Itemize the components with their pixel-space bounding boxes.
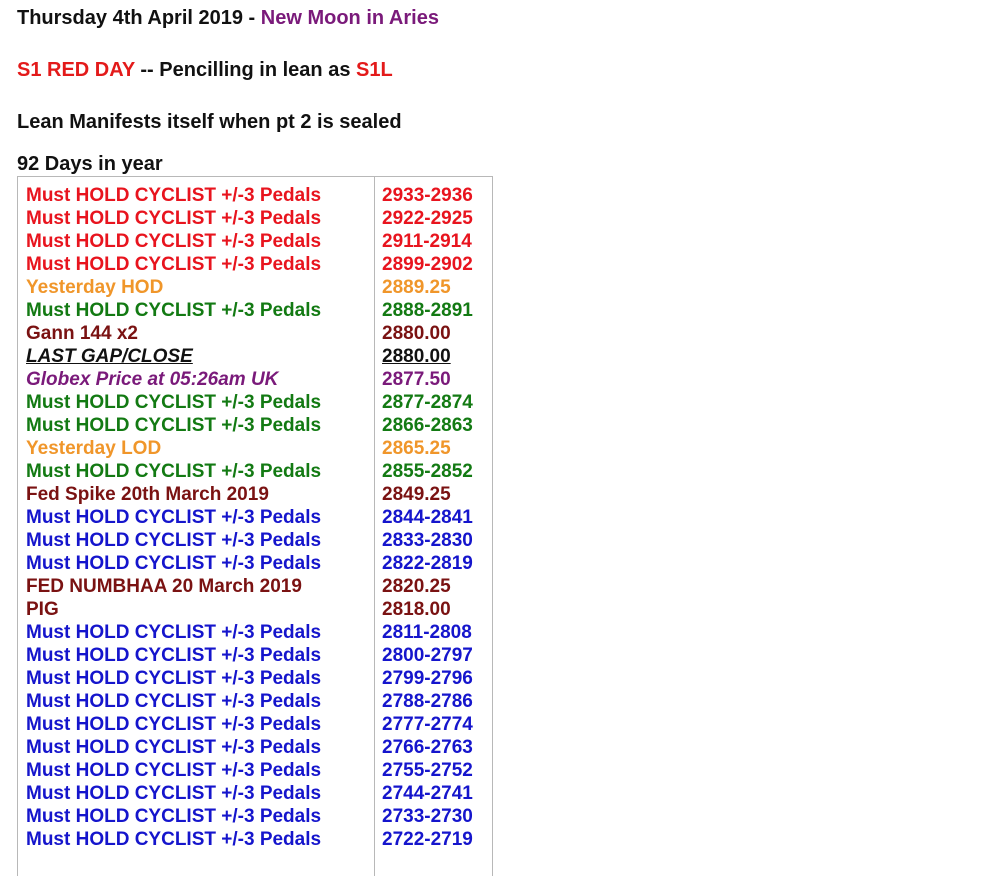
table-row: Must HOLD CYCLIST +/-3 Pedals 2800-2797	[18, 644, 492, 667]
table-row: Must HOLD CYCLIST +/-3 Pedals 2855-2852	[18, 460, 492, 483]
table-row: Must HOLD CYCLIST +/-3 Pedals 2755-2752	[18, 759, 492, 782]
level-label: Must HOLD CYCLIST +/-3 Pedals	[26, 737, 322, 758]
level-value: 2911-2914	[382, 231, 472, 252]
table-row: PIG 2818.00	[18, 598, 492, 621]
level-label: Yesterday HOD	[26, 277, 164, 298]
table-row: Must HOLD CYCLIST +/-3 Pedals 2722-2719	[18, 828, 492, 851]
level-label: Must HOLD CYCLIST +/-3 Pedals	[26, 668, 322, 689]
level-value: 2800-2797	[382, 645, 473, 666]
level-value: 2755-2752	[382, 760, 473, 781]
pencil-text: -- Pencilling in lean as	[134, 59, 357, 81]
level-label: Must HOLD CYCLIST +/-3 Pedals	[26, 231, 322, 252]
level-value: 2788-2786	[382, 691, 473, 712]
lean-manifest-line: Lean Manifests itself when pt 2 is seale…	[17, 111, 402, 133]
table-row: Must HOLD CYCLIST +/-3 Pedals 2811-2808	[18, 621, 492, 644]
level-value: 2888-2891	[382, 300, 473, 321]
table-row: Must HOLD CYCLIST +/-3 Pedals 2799-2796	[18, 667, 492, 690]
table-row: Must HOLD CYCLIST +/-3 Pedals 2822-2819	[18, 552, 492, 575]
level-label: Must HOLD CYCLIST +/-3 Pedals	[26, 829, 322, 850]
level-value: 2777-2774	[382, 714, 473, 735]
levels-table: Must HOLD CYCLIST +/-3 Pedals 2933-2936 Mu…	[17, 176, 493, 876]
level-label: Must HOLD CYCLIST +/-3 Pedals	[26, 530, 322, 551]
level-label: Must HOLD CYCLIST +/-3 Pedals	[26, 254, 322, 275]
level-label: Must HOLD CYCLIST +/-3 Pedals	[26, 783, 322, 804]
level-value: 2820.25	[382, 576, 451, 597]
level-label: Must HOLD CYCLIST +/-3 Pedals	[26, 622, 322, 643]
table-row: Gann 144 x2 2880.00	[18, 322, 492, 345]
level-value: 2822-2819	[382, 553, 473, 574]
level-value: 2811-2808	[382, 622, 472, 643]
table-row: Yesterday HOD 2889.25	[18, 276, 492, 299]
table-row: Must HOLD CYCLIST +/-3 Pedals 2922-2925	[18, 207, 492, 230]
level-value: 2766-2763	[382, 737, 473, 758]
table-row: LAST GAP/CLOSE 2880.00	[18, 345, 492, 368]
level-label: Must HOLD CYCLIST +/-3 Pedals	[26, 714, 322, 735]
level-label: Must HOLD CYCLIST +/-3 Pedals	[26, 185, 322, 206]
level-label: Must HOLD CYCLIST +/-3 Pedals	[26, 300, 322, 321]
lean-label: S1L	[356, 59, 393, 81]
level-label: Must HOLD CYCLIST +/-3 Pedals	[26, 691, 322, 712]
table-row: Must HOLD CYCLIST +/-3 Pedals 2733-2730	[18, 805, 492, 828]
table-row: Must HOLD CYCLIST +/-3 Pedals 2766-2763	[18, 736, 492, 759]
level-label: Must HOLD CYCLIST +/-3 Pedals	[26, 415, 322, 436]
level-value: 2866-2863	[382, 415, 473, 436]
level-value: 2933-2936	[382, 185, 473, 206]
level-label: PIG	[26, 599, 59, 620]
level-label: Must HOLD CYCLIST +/-3 Pedals	[26, 507, 322, 528]
level-value: 2744-2741	[382, 783, 473, 804]
level-value: 2877-2874	[382, 392, 473, 413]
level-label: Must HOLD CYCLIST +/-3 Pedals	[26, 645, 322, 666]
level-value: 2865.25	[382, 438, 451, 459]
level-value: 2877.50	[382, 369, 451, 390]
level-label: Must HOLD CYCLIST +/-3 Pedals	[26, 760, 322, 781]
table-row: Must HOLD CYCLIST +/-3 Pedals 2888-2891	[18, 299, 492, 322]
table-row: Globex Price at 05:26am UK 2877.50	[18, 368, 492, 391]
level-label: Must HOLD CYCLIST +/-3 Pedals	[26, 208, 322, 229]
level-label: Must HOLD CYCLIST +/-3 Pedals	[26, 806, 322, 827]
level-label: Must HOLD CYCLIST +/-3 Pedals	[26, 553, 322, 574]
level-label: Fed Spike 20th March 2019	[26, 484, 269, 505]
table-row: Must HOLD CYCLIST +/-3 Pedals 2788-2786	[18, 690, 492, 713]
title-separator: -	[243, 7, 261, 29]
level-value: 2899-2902	[382, 254, 473, 275]
level-value: 2722-2719	[382, 829, 473, 850]
level-value: 2880.00	[382, 346, 451, 367]
level-label: LAST GAP/CLOSE	[26, 346, 193, 367]
level-value: 2849.25	[382, 484, 451, 505]
table-row: Must HOLD CYCLIST +/-3 Pedals 2866-2863	[18, 414, 492, 437]
level-value: 2833-2830	[382, 530, 473, 551]
table-row: Yesterday LOD 2865.25	[18, 437, 492, 460]
table-row: Must HOLD CYCLIST +/-3 Pedals 2933-2936	[18, 184, 492, 207]
red-day-label: S1 RED DAY	[17, 59, 135, 81]
moon-event-text: New Moon in Aries	[260, 7, 439, 29]
level-value: 2733-2730	[382, 806, 473, 827]
table-row: Must HOLD CYCLIST +/-3 Pedals 2777-2774	[18, 713, 492, 736]
table-row: Fed Spike 20th March 2019 2849.25	[18, 483, 492, 506]
level-label: Must HOLD CYCLIST +/-3 Pedals	[26, 461, 322, 482]
table-row: Must HOLD CYCLIST +/-3 Pedals 2744-2741	[18, 782, 492, 805]
level-value: 2922-2925	[382, 208, 473, 229]
table-row: Must HOLD CYCLIST +/-3 Pedals 2911-2914	[18, 230, 492, 253]
level-label: Globex Price at 05:26am UK	[26, 369, 279, 390]
level-label: Must HOLD CYCLIST +/-3 Pedals	[26, 392, 322, 413]
table-row: Must HOLD CYCLIST +/-3 Pedals 2899-2902	[18, 253, 492, 276]
level-value: 2818.00	[382, 599, 451, 620]
table-row: Must HOLD CYCLIST +/-3 Pedals 2844-2841	[18, 506, 492, 529]
date-text: Thursday 4th April 2019	[17, 7, 243, 29]
level-label: Gann 144 x2	[26, 323, 138, 344]
level-label: Yesterday LOD	[26, 438, 162, 459]
red-day-line: S1 RED DAY -- Pencilling in lean as S1L	[17, 58, 393, 82]
level-label: FED NUMBHAA 20 March 2019	[26, 576, 302, 597]
table-row: Must HOLD CYCLIST +/-3 Pedals 2833-2830	[18, 529, 492, 552]
days-in-year-line: 92 Days in year	[17, 153, 163, 175]
table-row: Must HOLD CYCLIST +/-3 Pedals 2877-2874	[18, 391, 492, 414]
level-value: 2855-2852	[382, 461, 473, 482]
page-title: Thursday 4th April 2019 - New Moon in Ar…	[17, 6, 439, 30]
level-value: 2799-2796	[382, 668, 473, 689]
level-value: 2880.00	[382, 323, 451, 344]
level-value: 2844-2841	[382, 507, 473, 528]
table-row: FED NUMBHAA 20 March 2019 2820.25	[18, 575, 492, 598]
level-value: 2889.25	[382, 277, 451, 298]
levels-rows: Must HOLD CYCLIST +/-3 Pedals 2933-2936 Mu…	[18, 184, 492, 851]
